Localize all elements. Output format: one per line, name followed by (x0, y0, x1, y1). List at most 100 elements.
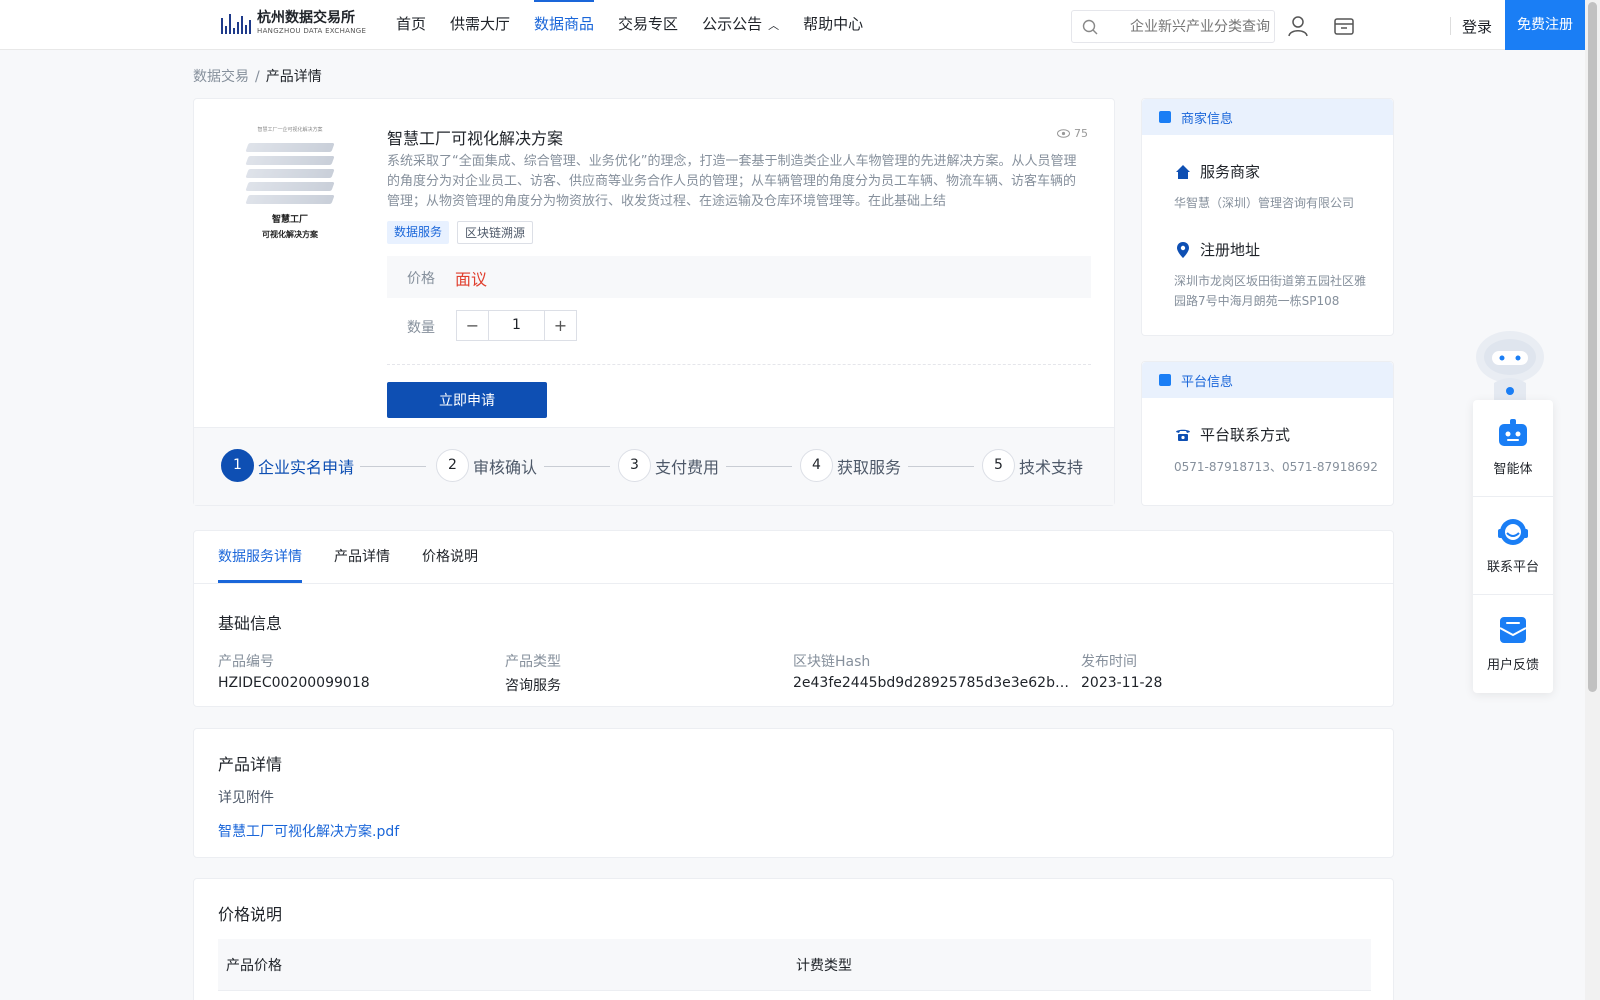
increment-button[interactable]: + (545, 311, 576, 340)
info-icon (1159, 111, 1171, 123)
thumbnail-header: 智慧工厂一企可视化解决方案 (257, 127, 323, 133)
col-billing-type: 计费类型 (796, 958, 852, 974)
field-label: 产品编号 (218, 654, 274, 670)
price-table-header: 产品价格 计费类型 (218, 939, 1371, 991)
field-value: HZIDEC00200099018 (218, 675, 370, 691)
logo[interactable]: 杭州数据交易所 HANGZHOU DATA EXCHANGE (221, 10, 366, 36)
basic-info-title: 基础信息 (218, 614, 283, 633)
feedback-mail-icon (1499, 617, 1527, 643)
registered-address-text: 注册地址 (1200, 241, 1261, 259)
phone-icon (1176, 429, 1190, 441)
top-header: 杭州数据交易所 HANGZHOU DATA EXCHANGE 首页 供需大厅 数… (0, 0, 1600, 50)
tab-price-description[interactable]: 价格说明 (422, 531, 478, 583)
field-publish-date: 发布时间 2023-11-28 (1081, 651, 1341, 691)
nav-help[interactable]: 帮助中心 (803, 0, 863, 50)
divider (387, 364, 1091, 365)
nav-home[interactable]: 首页 (396, 0, 426, 50)
nav-announcements[interactable]: 公示公告 ︿ (702, 0, 779, 50)
tab-service-details[interactable]: 数据服务详情 (218, 531, 302, 583)
product-tags: 数据服务 区块链溯源 (387, 221, 534, 244)
tag-blockchain: 区块链溯源 (457, 221, 534, 244)
price-description-card: 价格说明 产品价格 计费类型 (193, 878, 1394, 1000)
quantity-label: 数量 (407, 320, 435, 336)
service-details-card: 数据服务详情 产品详情 价格说明 基础信息 产品编号 HZIDEC0020009… (193, 530, 1394, 707)
price-row: 价格 面议 (387, 256, 1091, 298)
product-details-note: 详见附件 (218, 790, 274, 806)
decrement-button[interactable]: − (457, 311, 488, 340)
merchant-info-title: 商家信息 (1181, 111, 1234, 127)
field-product-type: 产品类型 咨询服务 (505, 651, 765, 695)
platform-info-card: 平台信息 平台联系方式 0571-87918713、0571-87918692 (1141, 361, 1394, 506)
nav-supply-demand[interactable]: 供需大厅 (450, 0, 510, 50)
tab-product-details[interactable]: 产品详情 (334, 531, 390, 583)
page-scrollbar[interactable] (1585, 0, 1600, 1000)
logo-mark-icon (221, 12, 251, 34)
breadcrumb-root[interactable]: 数据交易 (193, 69, 249, 85)
robot-assistant-icon[interactable] (1470, 325, 1550, 403)
step-3: 3 支付费用 (618, 449, 719, 482)
step-connector (360, 466, 426, 467)
thumbnail-diagram (245, 143, 335, 204)
user-icon[interactable] (1287, 15, 1309, 37)
eye-icon (1057, 129, 1070, 138)
register-button[interactable]: 免费注册 (1505, 0, 1585, 50)
platform-info-header: 平台信息 (1142, 362, 1393, 398)
search-input[interactable] (1108, 11, 1270, 42)
service-merchant-label: 服务商家 (1174, 161, 1260, 182)
breadcrumb-separator: / (255, 69, 260, 85)
breadcrumb-current: 产品详情 (265, 69, 322, 85)
step-2: 2 审核确认 (436, 449, 537, 482)
store-icon[interactable] (1333, 15, 1355, 37)
field-label: 产品类型 (505, 654, 561, 670)
view-count: 75 (1057, 127, 1088, 140)
registered-address-label: 注册地址 (1174, 239, 1260, 260)
nav-announcements-label: 公示公告 (702, 15, 763, 33)
tag-data-service: 数据服务 (387, 221, 450, 244)
quantity-stepper: − 1 + (456, 310, 577, 341)
col-product-price: 产品价格 (226, 958, 282, 974)
user-feedback-label: 用户反馈 (1486, 658, 1539, 673)
quantity-value[interactable]: 1 (488, 311, 545, 340)
field-value: 2023-11-28 (1081, 675, 1163, 691)
merchant-info-card: 商家信息 服务商家 华智慧（深圳）管理咨询有限公司 注册地址 深圳市龙岗区坂田街… (1141, 98, 1394, 336)
product-title: 智慧工厂可视化解决方案 (387, 129, 564, 148)
nav-data-products[interactable]: 数据商品 (534, 0, 595, 50)
breadcrumb: 数据交易 / 产品详情 (193, 66, 322, 86)
tabs-divider (194, 583, 1393, 584)
main-nav: 首页 供需大厅 数据商品 交易专区 公示公告 ︿ 帮助中心 (396, 0, 887, 50)
product-description: 系统采取了“全面集成、综合管理、业务优化”的理念，打造一套基于制造类企业人车物管… (387, 154, 1077, 209)
view-count-value: 75 (1074, 127, 1088, 140)
apply-button[interactable]: 立即申请 (387, 382, 547, 418)
thumbnail-title: 智慧工厂 (271, 215, 308, 225)
platform-info-title: 平台信息 (1181, 374, 1234, 390)
login-link[interactable]: 登录 (1462, 16, 1492, 37)
nav-trade-zone[interactable]: 交易专区 (618, 0, 678, 50)
step-1-number: 1 (221, 449, 254, 482)
platform-contact-text: 平台联系方式 (1200, 426, 1291, 444)
search-box[interactable] (1071, 10, 1275, 43)
logo-name-en: HANGZHOU DATA EXCHANGE (257, 27, 367, 35)
product-details-title: 产品详情 (218, 755, 283, 774)
field-label: 发布时间 (1081, 654, 1137, 670)
attachment-link[interactable]: 智慧工厂可视化解决方案.pdf (218, 821, 399, 841)
step-connector (908, 466, 974, 467)
step-3-label: 支付费用 (655, 457, 720, 477)
step-2-label: 审核确认 (473, 457, 538, 477)
agent-label: 智能体 (1493, 462, 1533, 477)
headset-icon (1498, 519, 1528, 545)
search-icon (1082, 19, 1098, 35)
scrollbar-thumb[interactable] (1588, 2, 1597, 692)
agent-button[interactable]: 智能体 (1473, 400, 1553, 497)
platform-contact-label: 平台联系方式 (1174, 424, 1290, 445)
home-icon (1176, 164, 1190, 179)
header-divider (1450, 17, 1451, 35)
step-connector (726, 466, 792, 467)
contact-platform-button[interactable]: 联系平台 (1473, 498, 1553, 595)
info-icon (1159, 374, 1171, 386)
detail-tabs: 数据服务详情 产品详情 价格说明 (218, 531, 510, 583)
merchant-info-header: 商家信息 (1142, 99, 1393, 135)
user-feedback-button[interactable]: 用户反馈 (1473, 596, 1553, 693)
step-1: 1 企业实名申请 (221, 449, 354, 482)
step-4: 4 获取服务 (800, 449, 901, 482)
registered-address-value: 深圳市龙岗区坂田街道第五园社区雅园路7号中海月朗苑一栋SP108 (1174, 274, 1367, 308)
